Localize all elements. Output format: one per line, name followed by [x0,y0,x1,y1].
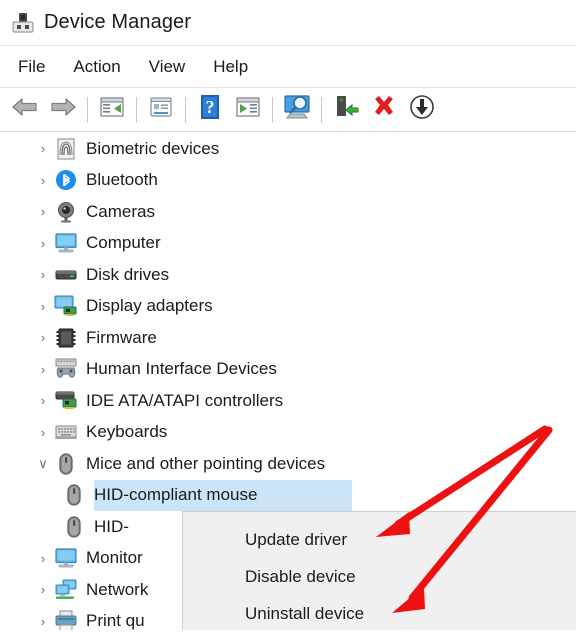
toolbar: ? [0,88,576,132]
title-bar: Device Manager [0,0,576,45]
bluetooth-icon [54,168,78,192]
chevron-right-icon[interactable]: › [32,173,54,188]
tree-item-keyboards[interactable]: › Keyboards [0,417,576,449]
tree-item-label: Biometric devices [86,138,220,158]
back-arrow-icon [11,95,39,124]
toolbar-separator [87,96,88,123]
tree-item-label: Display adapters [86,296,213,316]
tree-item-label: Bluetooth [86,170,158,190]
chevron-right-icon[interactable]: › [32,204,54,219]
uninstall-device-button[interactable] [365,93,403,127]
mouse-icon [54,452,78,476]
update-driver-toolbar-icon [234,95,262,124]
help-button[interactable]: ? [191,93,229,127]
ctx-disable-device[interactable]: Disable device [183,558,576,595]
chevron-right-icon[interactable]: › [32,425,54,440]
properties-button[interactable] [142,93,180,127]
display-adapter-icon [54,294,78,318]
fingerprint-icon [54,137,78,161]
tree-item-label: IDE ATA/ATAPI controllers [86,390,284,410]
window-title: Device Manager [44,11,192,33]
tree-item-bluetooth[interactable]: › Bluetooth [0,165,576,197]
chevron-down-icon[interactable]: ∨ [32,456,54,472]
tree-item-cameras[interactable]: › Cameras [0,196,576,228]
monitor-icon [54,231,78,255]
tree-item-disk-drives[interactable]: › Disk drives [0,259,576,291]
tree-item-human-interface-devices[interactable]: › Human Interface Devices [0,354,576,386]
tree-item-firmware[interactable]: › Firmware [0,322,576,354]
enable-device-icon [332,94,360,125]
tree-item-label: HID- [94,516,129,536]
toolbar-separator [185,96,186,123]
update-driver-toolbar-button[interactable] [229,93,267,127]
ide-controller-icon [54,389,78,413]
keyboard-icon [54,420,78,444]
usb-device-icon [10,10,36,36]
tree-item-display-adapters[interactable]: › Display adapters [0,291,576,323]
menu-action[interactable]: Action [59,55,134,79]
chevron-right-icon[interactable]: › [32,141,54,156]
ctx-update-driver[interactable]: Update driver [183,521,576,558]
tree-item-label: Network [86,579,149,599]
back-button[interactable] [6,93,44,127]
tree-item-label: Keyboards [86,422,168,442]
mouse-icon [62,483,86,507]
tree-item-label: Print qu [86,611,145,630]
scan-for-hardware-changes-button[interactable] [278,93,316,127]
uninstall-device-icon [370,94,398,125]
toolbar-separator [272,96,273,123]
tree-item-label: Cameras [86,201,155,221]
ctx-uninstall-device[interactable]: Uninstall device [183,595,576,632]
menu-help[interactable]: Help [199,55,262,79]
menu-file[interactable]: File [14,55,59,79]
properties-icon [147,95,175,124]
tree-item-label: Disk drives [86,264,170,284]
camera-icon [54,200,78,224]
show-hide-console-tree-icon [98,95,126,124]
chevron-right-icon[interactable]: › [32,362,54,377]
firmware-chip-icon [54,326,78,350]
tree-item-biometric-devices[interactable]: › Biometric devices [0,133,576,165]
chevron-right-icon[interactable]: › [32,267,54,282]
tree-item-label: Human Interface Devices [86,359,277,379]
help-icon: ? [198,94,222,125]
chevron-right-icon[interactable]: › [32,582,54,597]
tree-item-label: HID-compliant mouse [94,485,258,505]
mouse-icon [62,515,86,539]
menu-bar: File Action View Help [0,45,576,88]
scan-for-hardware-changes-icon [281,94,313,125]
tree-item-label: Firmware [86,327,157,347]
chevron-right-icon[interactable]: › [32,551,54,566]
tree-item-label: Computer [86,233,161,253]
tree-item-computer[interactable]: › Computer [0,228,576,260]
hid-gamepad-icon [54,357,78,381]
install-legacy-hardware-icon [408,93,436,126]
install-legacy-hardware-button[interactable] [403,93,441,127]
context-menu[interactable]: Update driver Disable device Uninstall d… [182,511,576,630]
enable-device-button[interactable] [327,93,365,127]
chevron-right-icon[interactable]: › [32,614,54,629]
disk-drive-icon [54,263,78,287]
forward-button[interactable] [44,93,82,127]
forward-arrow-icon [49,95,77,124]
tree-item-label: Mice and other pointing devices [86,453,326,473]
toolbar-separator [321,96,322,123]
tree-item-mice-and-other-pointing-devices[interactable]: ∨ Mice and other pointing devices [0,448,576,480]
chevron-right-icon[interactable]: › [32,393,54,408]
tree-item-label: Monitor [86,548,143,568]
tree-item-hid-compliant-mouse[interactable]: HID-compliant mouse [0,479,576,511]
network-adapter-icon [54,578,78,602]
monitor-icon [54,546,78,570]
tree-item-ide-ata-atapi-controllers[interactable]: › IDE ATA/ATAPI controllers [0,385,576,417]
chevron-right-icon[interactable]: › [32,236,54,251]
menu-view[interactable]: View [135,55,200,79]
chevron-right-icon[interactable]: › [32,299,54,314]
printer-icon [54,609,78,630]
chevron-right-icon[interactable]: › [32,330,54,345]
toolbar-separator [136,96,137,123]
show-hide-console-tree-button[interactable] [93,93,131,127]
svg-text:?: ? [206,97,215,117]
